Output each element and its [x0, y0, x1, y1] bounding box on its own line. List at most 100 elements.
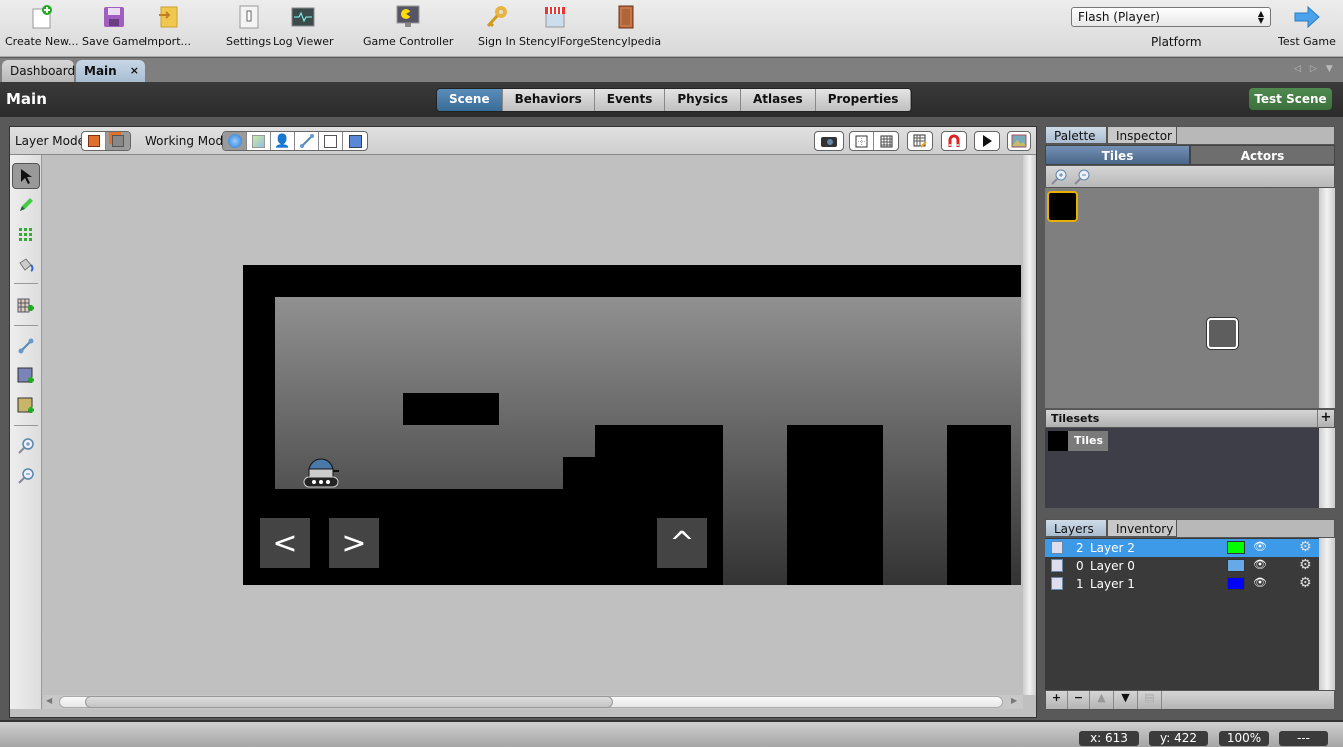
- actor-mode-button[interactable]: 👤: [271, 132, 295, 150]
- add-terrain-tool[interactable]: [12, 393, 40, 419]
- tab-main[interactable]: Main ×: [76, 60, 145, 82]
- sign-in-button[interactable]: Sign In: [478, 4, 516, 48]
- scroll-thumb[interactable]: [85, 696, 613, 708]
- gear-icon[interactable]: ⚙: [1299, 539, 1312, 555]
- tab-events[interactable]: Events: [594, 89, 666, 111]
- stencylforge-button[interactable]: StencylForge: [519, 4, 590, 48]
- tab-atlases[interactable]: Atlases: [741, 89, 816, 111]
- tilesets-scrollbar[interactable]: [1319, 428, 1335, 508]
- move-layer-down-button[interactable]: ▼: [1114, 691, 1138, 709]
- eye-icon[interactable]: 👁: [1253, 558, 1267, 571]
- move-layer-up-button[interactable]: ▲: [1090, 691, 1114, 709]
- tile-swatch[interactable]: [1206, 317, 1239, 350]
- line-tool-icon: [18, 338, 34, 354]
- cursor-icon: [21, 169, 32, 184]
- add-layer-button[interactable]: +: [1046, 691, 1068, 709]
- tile-swatch-selected[interactable]: [1047, 191, 1078, 222]
- layers-actions: + − ▲ ▼ ▤: [1045, 690, 1335, 710]
- play-button[interactable]: [974, 131, 1000, 151]
- grid-settings-button[interactable]: [907, 131, 933, 151]
- stencylpedia-button[interactable]: Stencylpedia: [590, 4, 661, 48]
- game-controller-button[interactable]: Game Controller: [363, 4, 453, 48]
- remove-layer-button[interactable]: −: [1068, 691, 1090, 709]
- add-tileset-button[interactable]: +: [1317, 410, 1334, 427]
- tab-physics[interactable]: Physics: [665, 89, 742, 111]
- grid-on-button[interactable]: [874, 132, 898, 150]
- screenshot-button[interactable]: [814, 131, 844, 151]
- left-control-button[interactable]: <: [260, 518, 310, 568]
- background-toggle-button[interactable]: [1007, 131, 1031, 151]
- jump-control-button[interactable]: ^: [657, 518, 707, 568]
- pointer-tool[interactable]: [12, 163, 40, 189]
- tab-layers[interactable]: Layers: [1045, 519, 1107, 537]
- add-tiles-tool[interactable]: [12, 293, 40, 319]
- tab-inventory[interactable]: Inventory: [1107, 519, 1177, 537]
- scene-canvas[interactable]: < > ^: [43, 155, 1023, 695]
- add-region-tool[interactable]: [12, 363, 40, 389]
- actor-robot[interactable]: [303, 451, 341, 492]
- zoom-in-icon[interactable]: [1051, 169, 1067, 185]
- zoom-out-icon[interactable]: [1074, 169, 1090, 185]
- gear-icon[interactable]: ⚙: [1299, 557, 1312, 573]
- tab-inspector[interactable]: Inspector: [1107, 126, 1177, 144]
- palette-zoom-bar: [1045, 165, 1335, 188]
- tile-mode-button[interactable]: [247, 132, 271, 150]
- close-tab-icon[interactable]: ×: [130, 64, 139, 77]
- scene-mode-button[interactable]: [223, 132, 247, 150]
- tab-tiles[interactable]: Tiles: [1045, 145, 1190, 165]
- store-icon: [542, 4, 568, 30]
- layer-row[interactable]: 2 Layer 2 👁 ⚙: [1045, 539, 1319, 557]
- fill-tool[interactable]: [12, 252, 40, 278]
- test-game-button[interactable]: Test Game: [1278, 4, 1336, 48]
- save-game-button[interactable]: Save Game: [82, 4, 145, 48]
- pencil-tool[interactable]: [12, 192, 40, 218]
- log-viewer-button[interactable]: Log Viewer: [273, 4, 334, 48]
- cursor-x-readout: x: 613: [1079, 731, 1139, 746]
- tab-scroll-arrows[interactable]: ◁▷▼: [1294, 64, 1342, 74]
- shape-mode-button[interactable]: [295, 132, 319, 150]
- tab-left-icon[interactable]: ◁: [1294, 64, 1310, 74]
- tab-right-icon[interactable]: ▷: [1310, 64, 1326, 74]
- create-new-button[interactable]: Create New...: [5, 4, 79, 48]
- gear-icon[interactable]: ⚙: [1299, 575, 1312, 591]
- palette-scrollbar[interactable]: [1319, 188, 1335, 408]
- tab-dashboard[interactable]: Dashboard: [2, 60, 75, 82]
- tab-behaviors[interactable]: Behaviors: [502, 89, 595, 111]
- tab-properties[interactable]: Properties: [815, 89, 912, 111]
- tab-menu-icon[interactable]: ▼: [1326, 64, 1342, 74]
- eye-icon[interactable]: 👁: [1253, 540, 1267, 553]
- right-control-button[interactable]: >: [329, 518, 379, 568]
- platform-select[interactable]: Flash (Player) ▲ ▼: [1071, 7, 1271, 27]
- zoom-out-tool[interactable]: [12, 463, 40, 489]
- stamp-tool[interactable]: [12, 222, 40, 248]
- horizontal-scrollbar[interactable]: ◀ ▶: [43, 695, 1023, 709]
- tab-scene[interactable]: Scene: [437, 89, 503, 111]
- snap-button[interactable]: [941, 131, 967, 151]
- tileset-item[interactable]: Tiles: [1048, 431, 1108, 451]
- eye-icon[interactable]: 👁: [1253, 576, 1267, 589]
- scroll-left-icon[interactable]: ◀: [46, 696, 52, 705]
- settings-button[interactable]: Settings: [226, 4, 271, 48]
- line-tool[interactable]: [12, 333, 40, 359]
- layer-row[interactable]: 0 Layer 0 👁 ⚙: [1045, 557, 1319, 575]
- scene-area[interactable]: < > ^: [243, 265, 1021, 585]
- background-mode-button[interactable]: [343, 132, 367, 150]
- layer-color-swatch[interactable]: [1227, 541, 1245, 554]
- layers-scrollbar[interactable]: [1319, 538, 1335, 690]
- tab-actors[interactable]: Actors: [1190, 145, 1335, 165]
- layer-row[interactable]: 1 Layer 1 👁 ⚙: [1045, 575, 1319, 593]
- import-button[interactable]: Import...: [144, 4, 191, 48]
- grid-off-button[interactable]: [850, 132, 874, 150]
- layer-color-swatch[interactable]: [1227, 577, 1245, 590]
- vertical-scrollbar[interactable]: [1023, 155, 1036, 695]
- layer-properties-button[interactable]: ▤: [1138, 691, 1162, 709]
- scroll-right-icon[interactable]: ▶: [1011, 696, 1017, 705]
- tool-separator: [14, 425, 38, 426]
- region-mode-button[interactable]: [319, 132, 343, 150]
- zoom-in-tool[interactable]: [12, 433, 40, 459]
- all-layers-mode-button[interactable]: [106, 132, 130, 150]
- layer-color-swatch[interactable]: [1227, 559, 1245, 572]
- single-layer-mode-button[interactable]: [82, 132, 106, 150]
- test-scene-button[interactable]: Test Scene: [1249, 88, 1332, 110]
- tab-palette[interactable]: Palette: [1045, 126, 1107, 144]
